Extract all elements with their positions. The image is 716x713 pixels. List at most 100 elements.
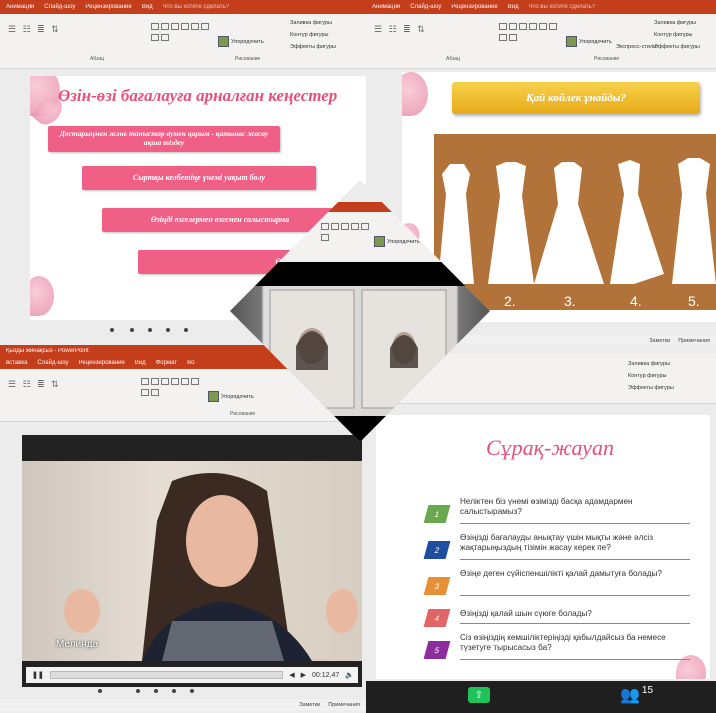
paragraph-group-label: Абзац bbox=[446, 56, 461, 62]
shape-outline-button[interactable]: Контур фигуры bbox=[628, 373, 666, 379]
woman-speaking-image bbox=[64, 473, 358, 661]
paragraph-group-label: Абзац bbox=[90, 56, 105, 62]
tab-animations[interactable]: Анимации bbox=[6, 4, 34, 10]
shapes-gallery[interactable] bbox=[140, 377, 200, 399]
shapes-gallery[interactable] bbox=[320, 222, 370, 244]
shape-fill-button[interactable]: Заливка фигуры bbox=[290, 20, 332, 26]
tab-format[interactable]: Формат bbox=[156, 360, 177, 366]
divider bbox=[460, 523, 690, 524]
tab-review[interactable]: Рецензирование bbox=[451, 4, 497, 10]
video-caption: Мелинда bbox=[56, 639, 99, 650]
express-styles-button[interactable]: Экспресс-стили bbox=[616, 44, 656, 50]
status-bar: Заметки Примечания bbox=[0, 699, 366, 711]
share-arrow-icon: ⇧ bbox=[474, 689, 484, 701]
question-number-1: 1 bbox=[423, 505, 451, 523]
video-frame: Мелинда bbox=[22, 461, 362, 661]
tab-view[interactable]: Вид bbox=[142, 4, 153, 10]
question-5: Сіз өзіңіздің кемшіліктеріңізді қабылдай… bbox=[460, 633, 666, 653]
video-controls: ❚❚ ◀ ▶ 00:12,47 🔈 bbox=[26, 667, 358, 683]
shape-fill-button[interactable]: Заливка фигуры bbox=[628, 361, 670, 367]
dresses-illustration: 2. 3. 4. 5. bbox=[438, 158, 716, 309]
video-player[interactable]: Мелинда ❚❚ ◀ ▶ 00:12,47 🔈 bbox=[22, 435, 362, 687]
slide-qa[interactable]: Сұрақ-жауап 1 Неліктен біз үнемі өзімізд… bbox=[376, 415, 710, 679]
video-progress-bar[interactable] bbox=[49, 671, 284, 679]
slide-thumb-dot[interactable] bbox=[172, 689, 176, 693]
slide-thumb-dot[interactable] bbox=[110, 328, 114, 332]
notes-button[interactable]: Заметки bbox=[649, 338, 670, 344]
slide-title: Сұрақ-жауап bbox=[486, 435, 614, 460]
paragraph-tools[interactable]: ☰ ☷ ≣ ⇅ bbox=[8, 379, 61, 390]
arrange-icon bbox=[218, 36, 229, 47]
dress-number-3: 3. bbox=[564, 293, 576, 309]
slide-thumb-dot[interactable] bbox=[184, 328, 188, 332]
paragraph-tools[interactable]: ☰ ☷ ≣ ⇅ bbox=[8, 24, 61, 35]
drawing-group-label: Рисование bbox=[230, 411, 256, 417]
tab-review[interactable]: Рецензирование bbox=[79, 360, 125, 366]
paragraph-tools[interactable]: ☰ ☷ ≣ ⇅ bbox=[374, 24, 427, 35]
slide-thumb-dot[interactable] bbox=[136, 689, 140, 693]
divider bbox=[460, 595, 690, 596]
participants-button[interactable]: 👥 15 bbox=[620, 685, 653, 705]
slide-thumb-dot[interactable] bbox=[130, 328, 134, 332]
arrange-button[interactable]: Упорядочить bbox=[374, 236, 420, 247]
tab-slideshow[interactable]: Слайд-шоу bbox=[410, 4, 441, 10]
window-title: Қызды жинақсыз - PowerPoint bbox=[6, 348, 89, 354]
tip-box-3: Өзіңді өзгелермен өзгемен салыстырма bbox=[102, 208, 338, 232]
participants-icon: 👥 bbox=[620, 687, 640, 704]
video-time: 00:12,47 bbox=[312, 671, 340, 679]
shape-effects-button[interactable]: Эффекты фигуры bbox=[628, 385, 674, 391]
rewind-icon[interactable]: ◀ bbox=[289, 671, 294, 679]
tell-me-box[interactable]: Что вы хотите сделать? bbox=[163, 4, 229, 10]
ribbon: ☰ ☷ ≣ ⇅ Абзац Упорядочить Экспресс-стили… bbox=[366, 14, 716, 69]
shape-fill-button[interactable]: Заливка фигуры bbox=[654, 20, 696, 26]
shape-outline-button[interactable]: Контур фигуры bbox=[654, 32, 692, 38]
comments-button[interactable]: Примечания bbox=[678, 338, 710, 344]
which-dress-button[interactable]: Қай көйлек ұнайды? bbox=[452, 82, 700, 114]
shapes-gallery[interactable] bbox=[150, 22, 210, 44]
tab-view[interactable]: Вид bbox=[508, 4, 519, 10]
question-number-2: 2 bbox=[423, 541, 451, 559]
pause-icon[interactable]: ❚❚ bbox=[32, 671, 44, 679]
arrange-button[interactable]: Упорядочить bbox=[218, 36, 264, 47]
participants-count: 15 bbox=[641, 685, 654, 696]
volume-icon[interactable]: 🔈 bbox=[345, 671, 354, 679]
slide-title: Өзін-өзі бағалауға арналған кеңестер bbox=[58, 86, 338, 105]
share-screen-button[interactable]: ⇧ bbox=[468, 687, 490, 703]
arrange-icon bbox=[208, 391, 219, 402]
arrange-button[interactable]: Упорядочить bbox=[566, 36, 612, 47]
dress-number-4: 4. bbox=[630, 293, 642, 309]
slide-thumb-dot[interactable] bbox=[154, 689, 158, 693]
question-4: Өзіңізді қалай шын сүюге болады? bbox=[460, 609, 592, 618]
shapes-gallery[interactable] bbox=[498, 22, 558, 44]
shape-effects-button[interactable]: Эффекты фигуры bbox=[654, 44, 700, 50]
question-number-5: 5 bbox=[423, 641, 451, 659]
question-number-4: 4 bbox=[423, 609, 451, 627]
forward-icon[interactable]: ▶ bbox=[301, 671, 306, 679]
divider bbox=[460, 659, 690, 660]
arrange-button[interactable]: Упорядочить bbox=[208, 391, 254, 402]
tab-view[interactable]: Вид bbox=[135, 360, 146, 366]
comments-button[interactable]: Примечания bbox=[328, 702, 360, 708]
tip-box-2: Сыртқы келбетіңе үнемі уақыт бөлу bbox=[82, 166, 316, 190]
tab-more[interactable]: Во bbox=[187, 360, 194, 366]
tab-slideshow[interactable]: Слайд-шоу bbox=[44, 4, 75, 10]
tab-review[interactable]: Рецензирование bbox=[85, 4, 131, 10]
shape-effects-button[interactable]: Эффекты фигуры bbox=[290, 44, 336, 50]
ribbon: ☰ ☷ ≣ ⇅ Абзац Упорядочить Заливка фигуры… bbox=[0, 14, 366, 69]
tab-slideshow[interactable]: Слайд-шоу bbox=[37, 360, 68, 366]
question-1: Неліктен біз үнемі өзімізді басқа адамда… bbox=[460, 497, 633, 517]
slide-thumb-dot[interactable] bbox=[148, 328, 152, 332]
tell-me-box[interactable]: Что вы хотите сделать? bbox=[529, 4, 595, 10]
arrange-icon bbox=[374, 236, 385, 247]
shape-outline-button[interactable]: Контур фигуры bbox=[290, 32, 328, 38]
dress-number-2: 2. bbox=[504, 293, 516, 309]
drawing-group-label: Рисование bbox=[235, 56, 261, 62]
question-3: Өзіңе деген сүйіспеншілікті қалай дамыту… bbox=[460, 569, 662, 578]
slide-thumb-dot[interactable] bbox=[98, 689, 102, 693]
tip-box-1: Достарыңмен және таныстар аумен қарым - … bbox=[48, 126, 280, 152]
notes-button[interactable]: Заметки bbox=[299, 702, 320, 708]
tab-animations[interactable]: Анимации bbox=[372, 4, 400, 10]
slide-thumb-dot[interactable] bbox=[190, 689, 194, 693]
tab-insert[interactable]: вставка bbox=[6, 360, 27, 366]
slide-thumb-dot[interactable] bbox=[166, 328, 170, 332]
